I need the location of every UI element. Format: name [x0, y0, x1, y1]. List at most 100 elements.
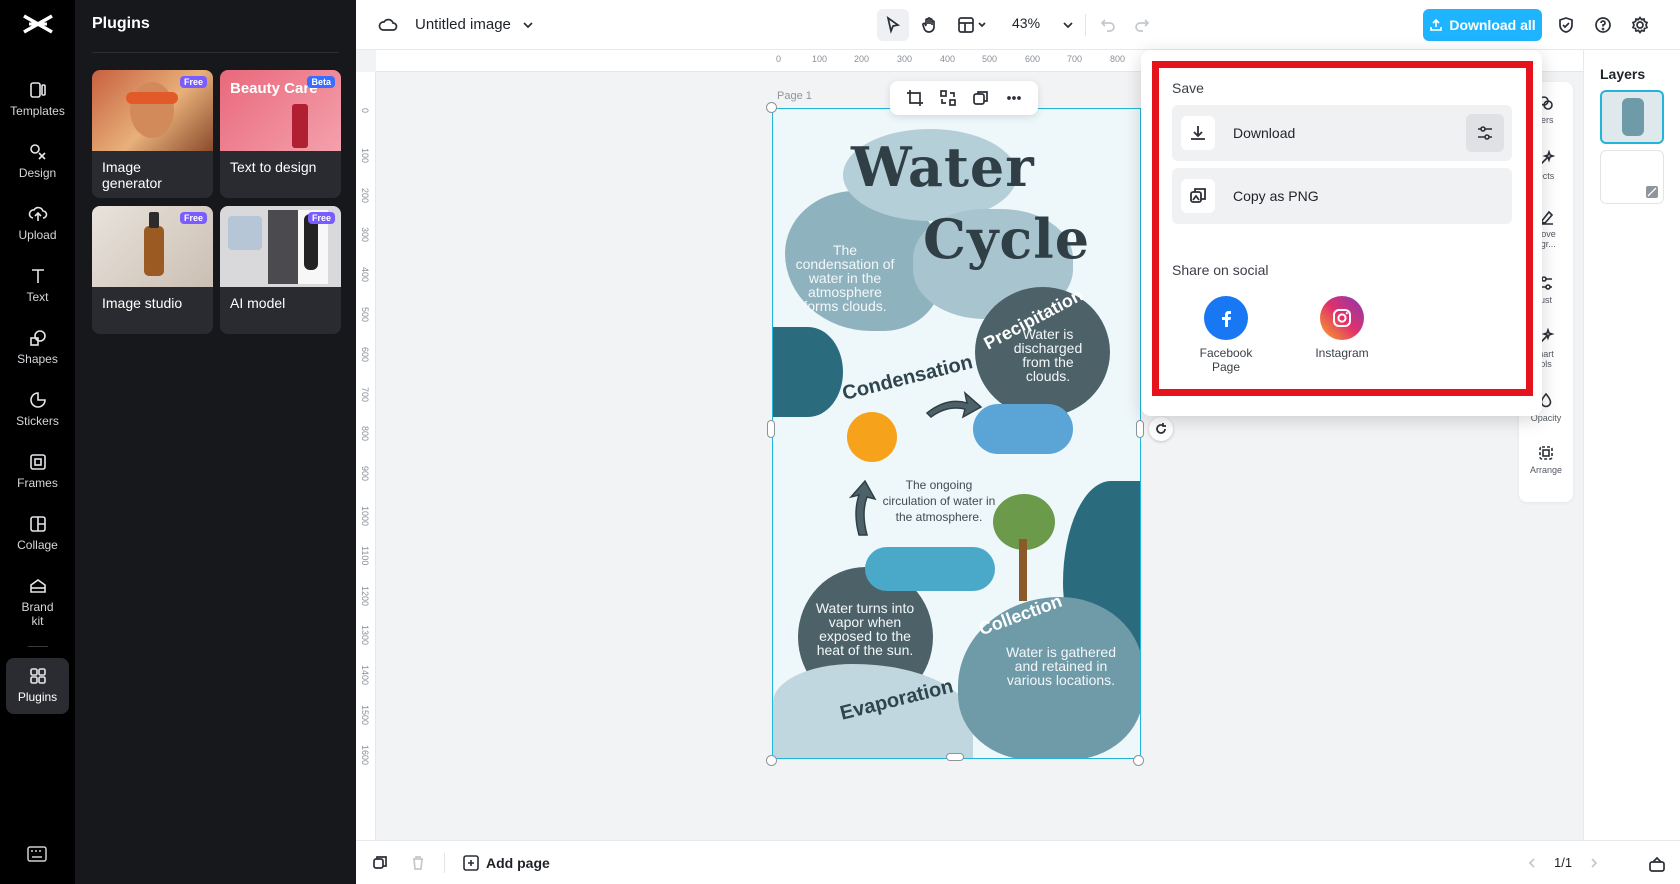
rail-item-collage[interactable]: Collage — [6, 506, 69, 562]
panel-title: Plugins — [92, 15, 150, 32]
bottom-divider — [444, 853, 445, 873]
rotate-icon[interactable] — [1149, 417, 1173, 441]
document-title[interactable]: Untitled image — [415, 16, 511, 33]
select-tool-icon[interactable] — [877, 9, 909, 41]
ruler-tick-label: 900 — [360, 466, 370, 482]
design-page[interactable]: Water Cycle The condensation of water in… — [772, 108, 1141, 759]
hand-tool-icon[interactable] — [913, 9, 945, 41]
ruler-tick-label: 1600 — [360, 744, 370, 765]
download-option[interactable]: Download — [1172, 105, 1512, 161]
ruler-tick-label: 200 — [360, 187, 370, 203]
ruler-tick-label: 0 — [776, 54, 782, 64]
download-all-button[interactable]: Download all — [1423, 9, 1542, 41]
teal-blob — [773, 327, 843, 417]
plugin-card-label: AI model — [230, 295, 286, 311]
copy-as-png-option[interactable]: Copy as PNG — [1172, 168, 1512, 224]
add-page-icon — [463, 855, 479, 871]
help-icon[interactable] — [1591, 13, 1615, 37]
rail-item-upload[interactable]: Upload — [6, 196, 69, 252]
next-page-icon[interactable] — [1584, 853, 1604, 873]
gear-icon[interactable] — [1628, 13, 1652, 37]
delete-page-icon[interactable] — [408, 853, 428, 873]
plugin-card-text-to-design[interactable]: Beauty Care Beta Text to design — [220, 70, 341, 198]
duplicate-icon[interactable] — [972, 89, 990, 107]
ruler-tick-label: 1000 — [360, 506, 370, 527]
rail-item-frames[interactable]: Frames — [6, 444, 69, 500]
badge-beta: Beta — [307, 76, 335, 88]
page-counter: 1/1 — [1554, 855, 1573, 870]
plugin-card-ai-model[interactable]: Free AI model — [220, 206, 341, 334]
panel-divider — [92, 52, 339, 53]
ruler-tick-label: 1200 — [360, 585, 370, 606]
share-instagram[interactable]: Instagram — [1302, 296, 1382, 360]
center-text: The ongoing circulation of water in the … — [882, 478, 996, 524]
share-facebook-page[interactable]: Facebook Page — [1186, 296, 1266, 374]
more-icon[interactable] — [1005, 89, 1023, 107]
zoom-level[interactable]: 43% — [1012, 15, 1040, 31]
redo-icon[interactable] — [1130, 13, 1154, 37]
layout-menu-icon[interactable] — [953, 9, 993, 41]
prop-arrange[interactable]: Arrange — [1519, 444, 1573, 475]
resize-handle-right[interactable] — [1136, 420, 1144, 438]
rail-item-stickers[interactable]: Stickers — [6, 382, 69, 438]
plugin-card-image-generator[interactable]: Free Image generator — [92, 70, 213, 198]
toolbar-divider — [1085, 14, 1086, 36]
duplicate-page-icon[interactable] — [370, 853, 390, 873]
ruler-tick-label: 800 — [360, 426, 370, 442]
resize-handle-bottom-right[interactable] — [1133, 755, 1144, 766]
keyboard-shortcuts-icon[interactable] — [27, 846, 47, 862]
ruler-tick-label: 500 — [360, 307, 370, 323]
capcut-logo[interactable] — [21, 12, 55, 36]
rail-item-plugins[interactable]: Plugins — [6, 658, 69, 714]
ruler-tick-label: 700 — [360, 386, 370, 402]
download-popover: Save Download Copy as PNG Share on socia… — [1141, 50, 1542, 416]
rail-item-shapes[interactable]: Shapes — [6, 320, 69, 376]
zoom-chevron-down-icon[interactable] — [1058, 15, 1078, 35]
badge-free: Free — [307, 212, 335, 224]
resize-handle-top-left[interactable] — [766, 102, 777, 113]
add-page-button[interactable]: Add page — [462, 854, 550, 872]
templates-icon — [29, 82, 46, 98]
title-chevron-down-icon[interactable] — [518, 15, 538, 35]
pages-panel-icon[interactable] — [1646, 853, 1668, 875]
ruler-tick-label: 600 — [1025, 54, 1041, 64]
cloud-sync-icon[interactable] — [376, 13, 400, 37]
layer-thumbnail-background[interactable] — [1600, 150, 1664, 204]
layers-title: Layers — [1600, 66, 1646, 82]
text-icon — [31, 269, 44, 283]
rail-divider — [28, 646, 48, 647]
rail-item-brand-kit[interactable]: Brand kit — [6, 568, 69, 634]
undo-icon[interactable] — [1096, 13, 1120, 37]
rail-item-text[interactable]: Text — [6, 258, 69, 314]
plugins-icon — [29, 668, 46, 684]
background-layer-icon — [1646, 186, 1658, 198]
ruler-tick-label: 1100 — [360, 545, 370, 566]
layer-thumbnail-image[interactable] — [1600, 90, 1664, 144]
infographic-title-water: Water — [851, 135, 1035, 199]
replace-icon[interactable] — [939, 89, 957, 107]
ruler-tick-label: 800 — [1110, 54, 1126, 64]
bottom-bar: Add page 1/1 — [356, 840, 1680, 884]
cloud-illustration — [973, 404, 1073, 454]
shield-icon[interactable] — [1554, 13, 1578, 37]
download-settings-button[interactable] — [1466, 114, 1504, 152]
design-icon — [29, 144, 46, 160]
precipitation-text: Water is discharged from the clouds. — [1013, 326, 1083, 384]
resize-handle-bottom-left[interactable] — [766, 755, 777, 766]
copy-image-icon — [1190, 188, 1206, 203]
resize-handle-bottom[interactable] — [946, 753, 964, 761]
resize-handle-left[interactable] — [767, 420, 775, 438]
rail-item-design[interactable]: Design — [6, 134, 69, 190]
plugin-card-image-studio[interactable]: Free Image studio — [92, 206, 213, 334]
ruler-tick-label: 100 — [812, 54, 828, 64]
arrow-up-icon — [848, 479, 877, 536]
facebook-icon — [1204, 296, 1248, 340]
thumb-beauty-care-text: Beauty Care — [230, 80, 318, 97]
upload-icon — [28, 206, 47, 221]
crop-icon[interactable] — [906, 89, 924, 107]
download-icon — [1191, 126, 1205, 140]
previous-page-icon[interactable] — [1522, 853, 1542, 873]
rail-item-templates[interactable]: Templates — [6, 72, 69, 128]
sun-illustration — [847, 412, 897, 462]
ruler-tick-label: 0 — [360, 108, 370, 114]
